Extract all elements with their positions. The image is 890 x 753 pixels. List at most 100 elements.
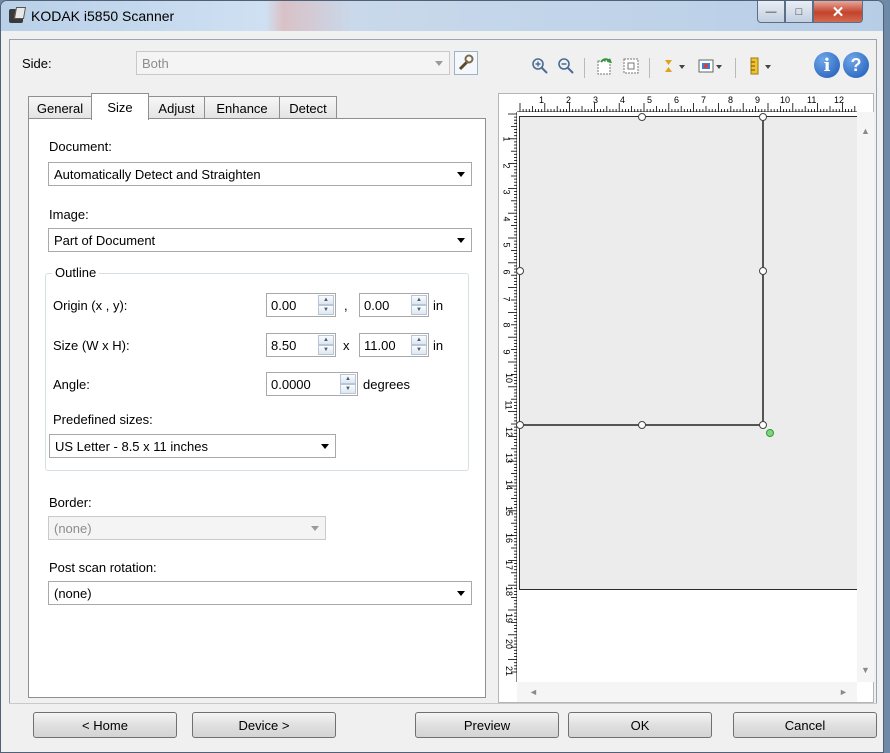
vruler-number: 21 [504,665,515,677]
preview-page-canvas[interactable] [516,113,863,590]
spin-up-icon[interactable]: ▲ [318,295,334,305]
zoom-in-button[interactable] [528,54,552,78]
hruler-number: 12 [834,95,845,105]
chevron-down-icon [457,238,465,243]
spin-down-icon[interactable]: ▼ [318,345,334,355]
vruler-number: 10 [504,373,515,384]
vruler-number: 7 [501,296,512,302]
vruler-number: 11 [503,400,514,410]
flip-icon [665,60,685,72]
scroll-down-icon[interactable]: ▼ [861,665,870,675]
ruler-dropdown-button[interactable] [743,54,777,78]
document-dropdown[interactable]: Automatically Detect and Straighten [48,162,472,186]
zoom-out-button[interactable] [554,54,578,78]
chevron-down-icon [321,444,329,449]
hruler-number: 9 [755,95,761,105]
minimize-button[interactable]: — [757,1,785,23]
close-button[interactable]: ✕ [813,1,863,23]
home-button[interactable]: < Home [33,712,177,738]
ok-button[interactable]: OK [568,712,712,738]
spin-down-icon[interactable]: ▼ [411,345,427,355]
scanner-window: KODAK i5850 Scanner — □ ✕ Side: Both i ?… [0,0,884,753]
scroll-right-icon[interactable]: ► [839,687,848,697]
angle-value: 0.0000 [271,376,311,392]
info-icon: i [814,52,840,78]
origin-x-field[interactable]: 0.00 ▲ ▼ [266,293,336,317]
spin-down-icon[interactable]: ▼ [318,305,334,315]
vruler-number: 1 [501,136,512,142]
cancel-button[interactable]: Cancel [733,712,877,738]
window-title: KODAK i5850 Scanner [31,8,175,24]
help-button[interactable]: ? [842,51,870,79]
angle-field[interactable]: 0.0000 ▲ ▼ [266,372,358,396]
rotation-handle[interactable] [766,429,774,437]
origin-x-value: 0.00 [271,297,297,313]
spin-up-icon[interactable]: ▲ [318,335,334,345]
spin-up-icon[interactable]: ▲ [340,374,356,384]
outline-handle-bottom-left[interactable] [516,421,524,429]
bottom-button-bar: < Home Device > Preview OK Cancel [9,703,877,745]
vruler-number: 5 [501,242,512,248]
tab-enhance[interactable]: Enhance [204,96,280,119]
size-width-field[interactable]: 8.50 ▲ ▼ [266,333,336,357]
origin-unit: in [433,298,444,313]
title-bar: KODAK i5850 Scanner — □ ✕ [1,1,883,31]
wrench-icon [458,54,474,71]
horizontal-scrollbar[interactable]: ◄ ► [517,682,857,702]
tab-general[interactable]: General [28,96,92,119]
border-value: (none) [54,520,92,536]
size-height-field[interactable]: 11.00 ▲ ▼ [359,333,429,357]
outline-handle-right[interactable] [759,267,767,275]
vertical-scrollbar[interactable]: ▲ ▼ [857,112,874,682]
settings-tools-button[interactable] [454,51,478,75]
info-button[interactable]: i [813,51,841,79]
image-value: Part of Document [54,232,156,248]
outline-handle-left[interactable] [516,267,524,275]
color-dropdown-button[interactable] [694,54,728,78]
hruler-number: 6 [674,95,680,105]
rotate-button[interactable] [593,54,617,78]
vruler-number: 16 [504,532,515,544]
border-label: Border: [49,495,92,510]
toolbar-separator [649,58,650,78]
vruler-number: 8 [501,322,512,328]
outline-handle-bottom[interactable] [638,421,646,429]
vruler-number: 18 [504,586,515,597]
post-scan-rotation-dropdown[interactable]: (none) [48,581,472,605]
spin-down-icon[interactable]: ▼ [340,384,356,394]
chevron-down-icon [311,526,319,531]
maximize-button[interactable]: □ [785,1,813,23]
vruler-number: 12 [504,426,515,437]
chevron-down-icon [457,172,465,177]
preview-area: 1 2 3 4 5 6 7 8 9 10 11 12 1 2 3 4 5 6 7 8 9 10 11… [498,93,874,703]
spin-up-icon[interactable]: ▲ [411,335,427,345]
spin-down-icon[interactable]: ▼ [411,305,427,315]
predefined-sizes-label: Predefined sizes: [53,412,153,427]
spin-up-icon[interactable]: ▲ [411,295,427,305]
tab-detect[interactable]: Detect [279,96,337,119]
scroll-left-icon[interactable]: ◄ [529,687,538,697]
outline-handle-top-right[interactable] [759,113,767,121]
flip-dropdown-button[interactable] [657,54,691,78]
hruler-number: 7 [701,95,707,105]
tab-adjust[interactable]: Adjust [148,96,205,119]
chevron-down-icon [435,61,443,66]
hruler-number: 8 [728,95,734,105]
rotate-icon [597,58,612,75]
side-dropdown[interactable]: Both [136,51,450,75]
fit-page-button[interactable] [619,54,643,78]
predefined-sizes-dropdown[interactable]: US Letter - 8.5 x 11 inches [49,434,336,458]
outline-handle-top[interactable] [638,113,646,121]
scroll-up-icon[interactable]: ▲ [861,126,870,136]
outline-handle-bottom-right[interactable] [759,421,767,429]
preview-button[interactable]: Preview [415,712,559,738]
document-label: Document: [49,139,112,154]
tab-size[interactable]: Size [91,93,149,120]
device-button[interactable]: Device > [192,712,336,738]
border-dropdown[interactable]: (none) [48,516,326,540]
hruler-number: 3 [593,95,599,105]
horizontal-ruler: 1 2 3 4 5 6 7 8 9 10 11 12 [517,94,857,112]
image-dropdown[interactable]: Part of Document [48,228,472,252]
document-value: Automatically Detect and Straighten [54,166,261,182]
origin-y-field[interactable]: 0.00 ▲ ▼ [359,293,429,317]
